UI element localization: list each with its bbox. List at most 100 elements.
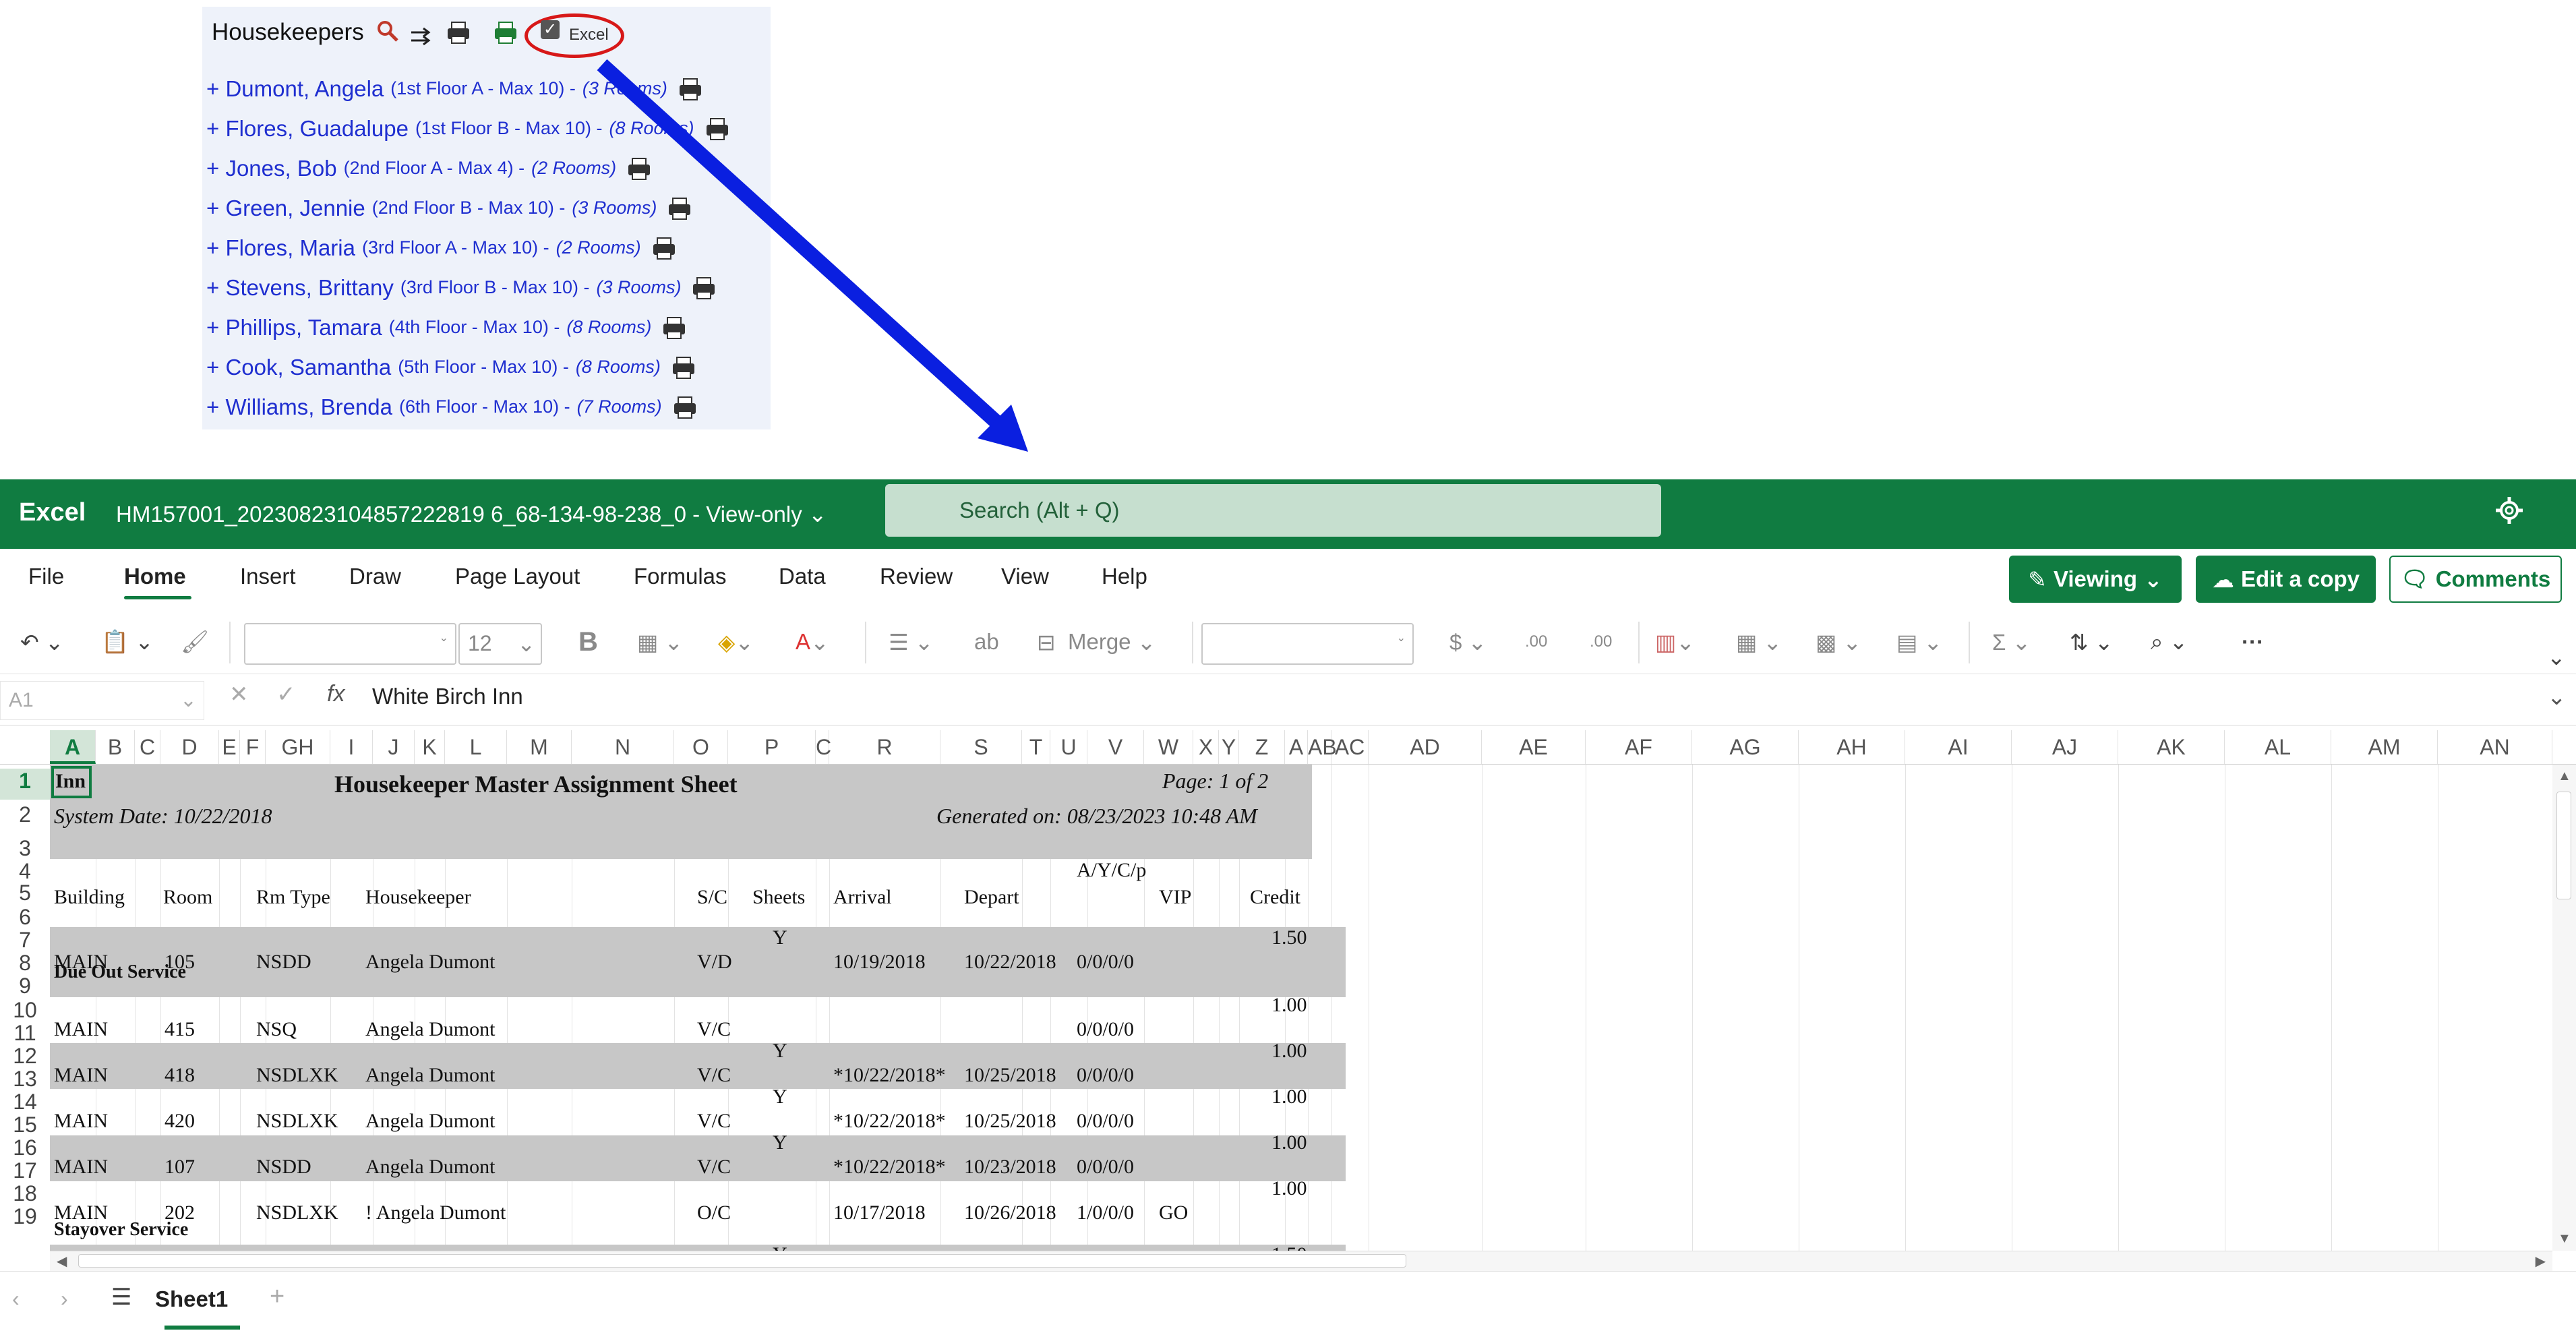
column-header[interactable]: T [1022, 730, 1050, 764]
vertical-scrollbar[interactable]: ▲ ▼ [2552, 765, 2576, 1251]
column-header[interactable]: D [160, 730, 219, 764]
column-header[interactable]: AC [1331, 730, 1369, 764]
column-header[interactable]: AM [2331, 730, 2438, 764]
confirm-icon[interactable]: ✓ [276, 681, 296, 708]
expand-formula-icon[interactable]: ⌄ [2547, 684, 2567, 711]
cancel-icon[interactable]: ✕ [229, 681, 249, 708]
row-header[interactable]: 1 [0, 769, 50, 800]
horizontal-scroll-thumb[interactable] [78, 1254, 1406, 1268]
all-sheets-icon[interactable]: ☰ [111, 1284, 131, 1311]
excel-checkbox[interactable]: ✓ [541, 20, 560, 39]
housekeeper-item[interactable]: + Stevens, Brittany (3rd Floor B - Max 10… [206, 268, 766, 307]
column-header[interactable]: C [135, 730, 160, 764]
housekeeper-name[interactable]: + Phillips, Tamara [206, 315, 382, 340]
print-icon[interactable] [670, 355, 697, 380]
format-painter-icon[interactable]: 🖌 [181, 622, 209, 662]
menu-home[interactable]: Home [124, 564, 186, 589]
name-box[interactable]: A1 ⌄ [0, 681, 204, 720]
housekeeper-item[interactable]: + Phillips, Tamara (4th Floor - Max 10) -… [206, 307, 766, 347]
row-header[interactable]: 17 [0, 1158, 50, 1183]
row-header[interactable]: 10 [0, 998, 50, 1022]
column-header[interactable]: A [50, 730, 96, 764]
search-input[interactable]: Search (Alt + Q) [885, 484, 1661, 537]
housekeeper-item[interactable]: + Cook, Samantha (5th Floor - Max 10) - (8… [206, 347, 766, 387]
column-header[interactable]: AH [1799, 730, 1905, 764]
column-header[interactable]: AI [1905, 730, 2012, 764]
column-header[interactable]: AE [1482, 730, 1586, 764]
scroll-left-icon[interactable]: ◀ [57, 1253, 67, 1270]
housekeeper-name[interactable]: + Cook, Samantha [206, 355, 391, 380]
column-header[interactable]: AD [1369, 730, 1482, 764]
menu-insert[interactable]: Insert [240, 564, 296, 589]
print-icon[interactable] [661, 316, 688, 340]
menu-review[interactable]: Review [880, 564, 953, 589]
column-header[interactable]: O [674, 730, 728, 764]
find-icon[interactable]: ⌕ ⌄ [2151, 622, 2188, 662]
column-header[interactable]: X [1193, 730, 1219, 764]
column-header[interactable]: AN [2438, 730, 2552, 764]
column-header[interactable]: AK [2118, 730, 2225, 764]
row-header[interactable]: 19 [0, 1204, 50, 1228]
insert-cells-icon[interactable]: ▤ ⌄ [1896, 622, 1942, 662]
column-header[interactable]: AB [1308, 730, 1337, 764]
function-icon[interactable]: fx [327, 681, 345, 707]
print-icon[interactable] [690, 276, 717, 300]
row-header[interactable]: 5 [0, 881, 50, 905]
column-header[interactable]: AL [2225, 730, 2331, 764]
menu-formulas[interactable]: Formulas [634, 564, 727, 589]
row-header[interactable]: 2 [0, 802, 50, 827]
print-icon[interactable] [677, 77, 704, 101]
column-header[interactable]: E [219, 730, 240, 764]
paste-icon[interactable]: 📋 ⌄ [101, 622, 154, 662]
column-header[interactable]: W [1144, 730, 1193, 764]
menu-file[interactable]: File [28, 564, 64, 589]
gear-icon[interactable] [2494, 496, 2524, 525]
file-title[interactable]: HM157001_20230823104857222819 6_68-134-9… [116, 501, 827, 527]
decrease-decimal-icon[interactable]: .00 [1525, 622, 1547, 662]
column-header[interactable]: AG [1692, 730, 1799, 764]
housekeeper-name[interactable]: + Flores, Guadalupe [206, 116, 409, 142]
column-header[interactable]: V [1087, 730, 1144, 764]
row-header[interactable]: 15 [0, 1112, 50, 1137]
column-header[interactable]: I [330, 730, 373, 764]
sheet-tab-sheet1[interactable]: Sheet1 [155, 1286, 228, 1312]
borders-icon[interactable]: ▦ ⌄ [637, 622, 683, 662]
menu-view[interactable]: View [1001, 564, 1049, 589]
horizontal-scrollbar[interactable]: ◀ ▶ [50, 1251, 2552, 1271]
more-options-icon[interactable]: ··· [2242, 622, 2264, 662]
search-icon[interactable] [374, 18, 401, 44]
conditional-format-icon[interactable]: ▥ ⌄ [1655, 622, 1695, 662]
housekeeper-name[interactable]: + Jones, Bob [206, 156, 337, 181]
column-header[interactable]: R [829, 730, 940, 764]
align-icon[interactable]: ☰ ⌄ [889, 622, 933, 662]
print-icon[interactable] [671, 395, 698, 419]
column-header[interactable]: AF [1586, 730, 1692, 764]
housekeeper-name[interactable]: + Williams, Brenda [206, 394, 392, 420]
column-header[interactable]: B [96, 730, 135, 764]
prev-sheet-icon[interactable]: ‹ [12, 1286, 20, 1311]
row-header[interactable]: 8 [0, 951, 50, 975]
wrap-text-icon[interactable]: ab [974, 622, 999, 662]
housekeeper-item[interactable]: + Jones, Bob (2nd Floor A - Max 4) - (2 Ro… [206, 148, 766, 188]
print-green-icon[interactable] [492, 19, 519, 46]
merge-icon[interactable]: ⊟ Merge ⌄ [1037, 622, 1156, 662]
font-color-icon[interactable]: A ⌄ [796, 622, 829, 662]
bold-icon[interactable]: B [578, 622, 598, 662]
column-header[interactable]: N [572, 730, 674, 764]
row-header[interactable]: 11 [0, 1021, 50, 1045]
edit-copy-button[interactable]: ☁ Edit a copy [2196, 556, 2376, 603]
print-icon[interactable] [704, 117, 731, 141]
column-header[interactable]: C [816, 730, 831, 764]
print-icon[interactable] [626, 156, 653, 181]
print-icon[interactable] [651, 236, 678, 260]
row-header[interactable]: 14 [0, 1090, 50, 1114]
vertical-scroll-thumb[interactable] [2556, 792, 2571, 899]
expand-ribbon-icon[interactable]: ⌄ [2547, 636, 2566, 677]
column-header[interactable]: S [940, 730, 1022, 764]
row-header[interactable]: 6 [0, 905, 50, 929]
row-header[interactable]: 4 [0, 859, 50, 883]
column-header[interactable]: K [415, 730, 445, 764]
scroll-right-icon[interactable]: ▶ [2536, 1253, 2546, 1270]
column-header[interactable]: L [445, 730, 507, 764]
column-header[interactable]: Z [1239, 730, 1285, 764]
